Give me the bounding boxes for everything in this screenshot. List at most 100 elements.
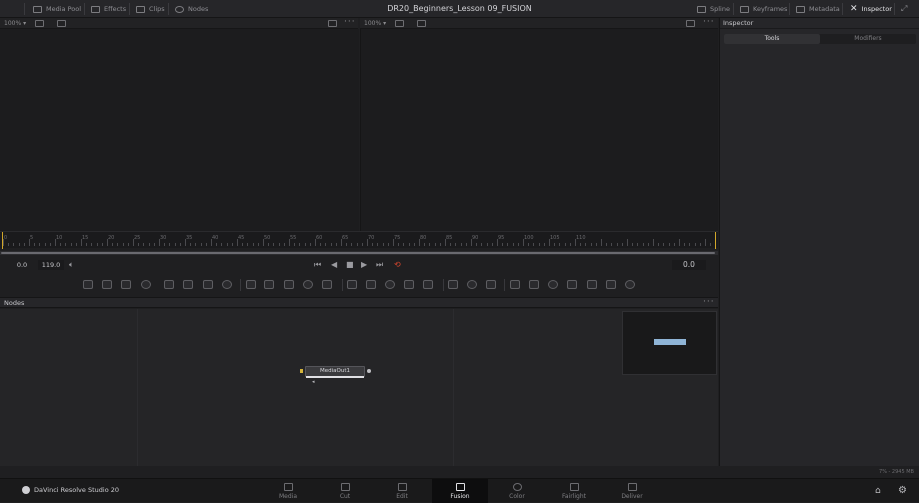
fusion-page-icon: [455, 483, 465, 491]
loop-icon[interactable]: ⟲: [394, 260, 401, 270]
crop-tool-icon[interactable]: [467, 280, 477, 289]
node-output-port[interactable]: [367, 369, 371, 373]
left-zoom-select[interactable]: 100% ▾: [4, 19, 26, 28]
inspector-button[interactable]: ✕ Inspector: [850, 0, 892, 18]
ruler-tick: [699, 243, 701, 246]
text-plus-tool-icon[interactable]: [529, 280, 539, 289]
more-options-icon[interactable]: ···: [703, 17, 715, 27]
image-plane-tool-icon[interactable]: [606, 280, 616, 289]
fusion-tool-bar: [0, 276, 718, 294]
page-edit[interactable]: Edit: [374, 479, 430, 503]
clips-button[interactable]: Clips: [136, 0, 165, 18]
viewer-options-icon[interactable]: [35, 20, 44, 27]
render-start-field[interactable]: 0.0: [8, 260, 36, 270]
spline-button[interactable]: Spline: [697, 0, 730, 18]
polyline-tool-icon[interactable]: [423, 280, 433, 289]
ruler-tick: [361, 243, 363, 246]
ruler-tick: [44, 243, 46, 246]
nodes-button[interactable]: Nodes: [175, 0, 208, 18]
effects-button[interactable]: Effects: [91, 0, 126, 18]
ruler-tick: [642, 243, 644, 246]
brush-tool-icon[interactable]: [141, 280, 151, 289]
ruler-label: 60: [316, 235, 323, 241]
page-fairlight[interactable]: Fairlight: [546, 479, 602, 503]
rectangle-mask-tool-icon[interactable]: [347, 280, 357, 289]
transform-tool-icon[interactable]: [448, 280, 458, 289]
ruler-tick: [408, 243, 410, 246]
ruler-tick: [679, 239, 680, 246]
page-fusion[interactable]: Fusion: [432, 479, 488, 503]
settings-icon[interactable]: ⚙: [898, 485, 907, 496]
render-end-field[interactable]: 119.0: [38, 260, 64, 270]
paint-tool-icon[interactable]: [183, 280, 193, 289]
matte-control-tool-icon[interactable]: [322, 280, 332, 289]
ruler-label: 0: [4, 235, 8, 241]
renderer-tool-icon[interactable]: [587, 280, 597, 289]
viewer-options-icon[interactable]: [395, 20, 404, 27]
background-tool-icon[interactable]: [83, 280, 93, 289]
mask-paint-tool-icon[interactable]: [284, 280, 294, 289]
shape-tool-icon[interactable]: [510, 280, 520, 289]
more-options-icon[interactable]: ···: [703, 297, 715, 307]
playhead[interactable]: [2, 232, 3, 249]
text-tool-icon[interactable]: [121, 280, 131, 289]
audio-icon[interactable]: 🔈︎: [69, 260, 74, 270]
camera-tool-icon[interactable]: [548, 280, 558, 289]
time-ruler[interactable]: 0 5 10 15 20 25 30 35 40 45 50 55 60 65 70 75 80 85 90 95 10…: [0, 231, 718, 249]
media-pool-button[interactable]: Media Pool: [33, 0, 81, 18]
play-icon[interactable]: ▶︎: [361, 260, 367, 270]
node-mask-input[interactable]: ◂: [312, 379, 315, 385]
render-end-marker[interactable]: [715, 232, 716, 249]
bspline-mask-tool-icon[interactable]: [404, 280, 414, 289]
right-viewer[interactable]: [360, 29, 718, 231]
keyframes-button[interactable]: Keyframes: [740, 0, 787, 18]
inspector-tabs: Tools Modifiers: [724, 34, 916, 44]
bitmap-tool-icon[interactable]: [303, 280, 313, 289]
resize-tool-icon[interactable]: [486, 280, 496, 289]
home-icon[interactable]: ⌂: [875, 486, 881, 496]
play-reverse-icon[interactable]: ◀︎: [331, 260, 337, 270]
ruler-tick: [450, 243, 452, 246]
more-options-icon[interactable]: ···: [344, 17, 356, 27]
viewer-layout-icon[interactable]: [328, 20, 337, 27]
node-input-port[interactable]: [300, 369, 303, 373]
left-viewer[interactable]: [0, 29, 359, 231]
channel-booleans-tool-icon[interactable]: [264, 280, 274, 289]
ruler-tick: [606, 243, 608, 246]
go-to-end-icon[interactable]: ⏭︎: [376, 260, 383, 270]
viewer-lut-icon[interactable]: [57, 20, 66, 27]
divider: [789, 3, 790, 15]
merge-3d-tool-icon[interactable]: [625, 280, 635, 289]
stop-icon[interactable]: ■: [346, 260, 354, 270]
page-media[interactable]: Media: [260, 479, 316, 503]
paint-brush-tool-icon[interactable]: [102, 280, 112, 289]
scrub-bar[interactable]: [0, 251, 718, 255]
merge-tool-icon[interactable]: [246, 280, 256, 289]
tab-modifiers[interactable]: Modifiers: [820, 34, 916, 44]
node-editor[interactable]: [0, 309, 718, 466]
right-zoom-select[interactable]: 100% ▾: [364, 19, 386, 28]
viewer-layout-icon[interactable]: [686, 20, 695, 27]
expand-button[interactable]: ⤢: [901, 0, 907, 18]
page-color[interactable]: Color: [489, 479, 545, 503]
light-tool-icon[interactable]: [567, 280, 577, 289]
ruler-tick: [34, 243, 36, 246]
tab-tools[interactable]: Tools: [724, 34, 820, 44]
page-cut[interactable]: Cut: [317, 479, 373, 503]
metadata-button[interactable]: Metadata: [796, 0, 840, 18]
drop-tool-icon[interactable]: [222, 280, 232, 289]
node-navigator[interactable]: [622, 311, 717, 375]
particles-tool-icon[interactable]: [203, 280, 213, 289]
go-to-start-icon[interactable]: ⏮︎: [314, 260, 321, 270]
ruler-tick: [325, 243, 327, 246]
sphere-tool-icon[interactable]: [164, 280, 174, 289]
viewer-lut-icon[interactable]: [417, 20, 426, 27]
ruler-tick: [476, 243, 478, 246]
divider: [894, 3, 895, 15]
current-time-field[interactable]: 0.0: [672, 260, 706, 270]
page-deliver[interactable]: Deliver: [604, 479, 660, 503]
ruler-tick: [611, 243, 613, 246]
ellipse-mask-tool-icon[interactable]: [366, 280, 376, 289]
polygon-mask-tool-icon[interactable]: [385, 280, 395, 289]
mediaout-node[interactable]: MediaOut1: [305, 366, 365, 378]
